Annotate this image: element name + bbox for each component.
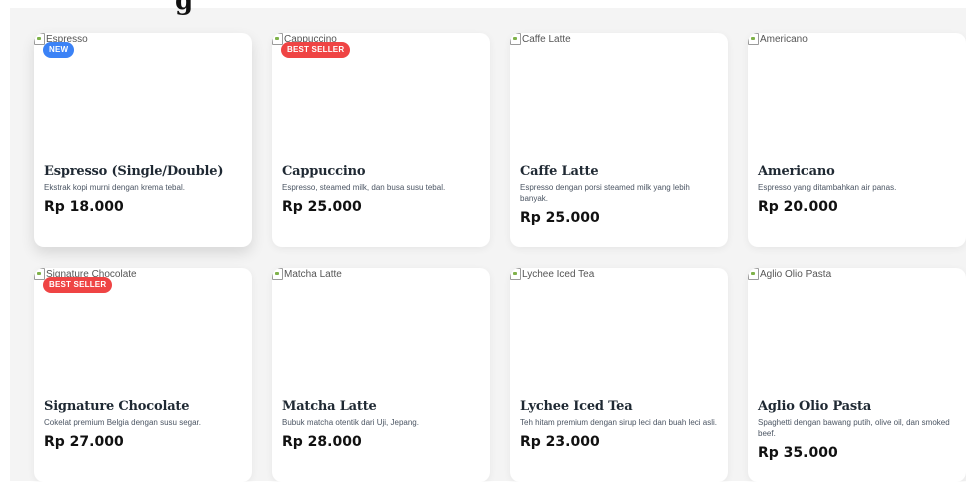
best-seller-badge: BEST SELLER <box>281 42 351 58</box>
broken-image-icon <box>34 33 45 45</box>
product-grid: Espresso NEW Espresso (Single/Double) Ek… <box>34 33 966 482</box>
product-card[interactable]: Americano Americano Espresso yang ditamb… <box>748 33 966 247</box>
product-price: Rp 27.000 <box>44 434 124 450</box>
product-card[interactable]: Signature Chocolate BEST SELLER Signatur… <box>34 268 252 482</box>
product-image: Aglio Olio Pasta <box>748 268 966 393</box>
product-image: Signature Chocolate BEST SELLER <box>34 268 252 393</box>
broken-image-alt: Lychee Iced Tea <box>510 268 594 280</box>
product-description: Ekstrak kopi murni dengan krema tebal. <box>44 183 185 192</box>
broken-image-icon <box>272 268 283 280</box>
broken-image-alt: Matcha Latte <box>272 268 342 280</box>
product-description: Spaghetti dengan bawang putih, olive oil… <box>758 418 950 438</box>
product-image: Americano <box>748 33 966 158</box>
broken-image-alt: Caffe Latte <box>510 33 571 45</box>
product-price: Rp 25.000 <box>520 210 600 226</box>
broken-image-icon <box>748 33 759 45</box>
product-image: Caffe Latte <box>510 33 728 158</box>
product-name: Lychee Iced Tea <box>520 399 633 414</box>
product-card[interactable]: Cappuccino BEST SELLER Cappuccino Espres… <box>272 33 490 247</box>
product-card[interactable]: Espresso NEW Espresso (Single/Double) Ek… <box>34 33 252 247</box>
product-name: Espresso (Single/Double) <box>44 164 224 179</box>
broken-image-icon <box>510 268 521 280</box>
product-description: Bubuk matcha otentik dari Uji, Jepang. <box>282 418 419 427</box>
product-name: Cappuccino <box>282 164 366 179</box>
product-description: Cokelat premium Belgia dengan susu segar… <box>44 418 201 427</box>
product-name: Signature Chocolate <box>44 399 190 414</box>
product-description: Espresso dengan porsi steamed milk yang … <box>520 183 690 203</box>
product-price: Rp 28.000 <box>282 434 362 450</box>
section-title: g <box>175 0 194 16</box>
product-image: Cappuccino BEST SELLER <box>272 33 490 158</box>
broken-image-alt: Aglio Olio Pasta <box>748 268 831 280</box>
broken-image-alt: Americano <box>748 33 808 45</box>
broken-image-icon <box>510 33 521 45</box>
new-badge: NEW <box>43 42 75 58</box>
product-image: Espresso NEW <box>34 33 252 158</box>
broken-image-icon <box>272 33 283 45</box>
product-name: Caffe Latte <box>520 164 599 179</box>
product-card[interactable]: Matcha Latte Matcha Latte Bubuk matcha o… <box>272 268 490 482</box>
product-name: Matcha Latte <box>282 399 377 414</box>
product-card[interactable]: Lychee Iced Tea Lychee Iced Tea Teh hita… <box>510 268 728 482</box>
product-description: Teh hitam premium dengan sirup leci dan … <box>520 418 717 427</box>
product-description: Espresso, steamed milk, dan busa susu te… <box>282 183 446 192</box>
product-price: Rp 25.000 <box>282 199 362 215</box>
broken-image-icon <box>748 268 759 280</box>
menu-section: g Espresso NEW Espresso (Single/Double) … <box>10 0 966 482</box>
product-price: Rp 23.000 <box>520 434 600 450</box>
broken-image-icon <box>34 268 45 280</box>
product-price: Rp 20.000 <box>758 199 838 215</box>
product-card[interactable]: Aglio Olio Pasta Aglio Olio Pasta Spaghe… <box>748 268 966 482</box>
product-image: Lychee Iced Tea <box>510 268 728 393</box>
product-description: Espresso yang ditambahkan air panas. <box>758 183 897 192</box>
product-card[interactable]: Caffe Latte Caffe Latte Espresso dengan … <box>510 33 728 247</box>
product-price: Rp 35.000 <box>758 445 838 461</box>
product-image: Matcha Latte <box>272 268 490 393</box>
best-seller-badge: BEST SELLER <box>43 277 113 293</box>
product-name: Aglio Olio Pasta <box>758 399 872 414</box>
product-name: Americano <box>758 164 835 179</box>
product-price: Rp 18.000 <box>44 199 124 215</box>
